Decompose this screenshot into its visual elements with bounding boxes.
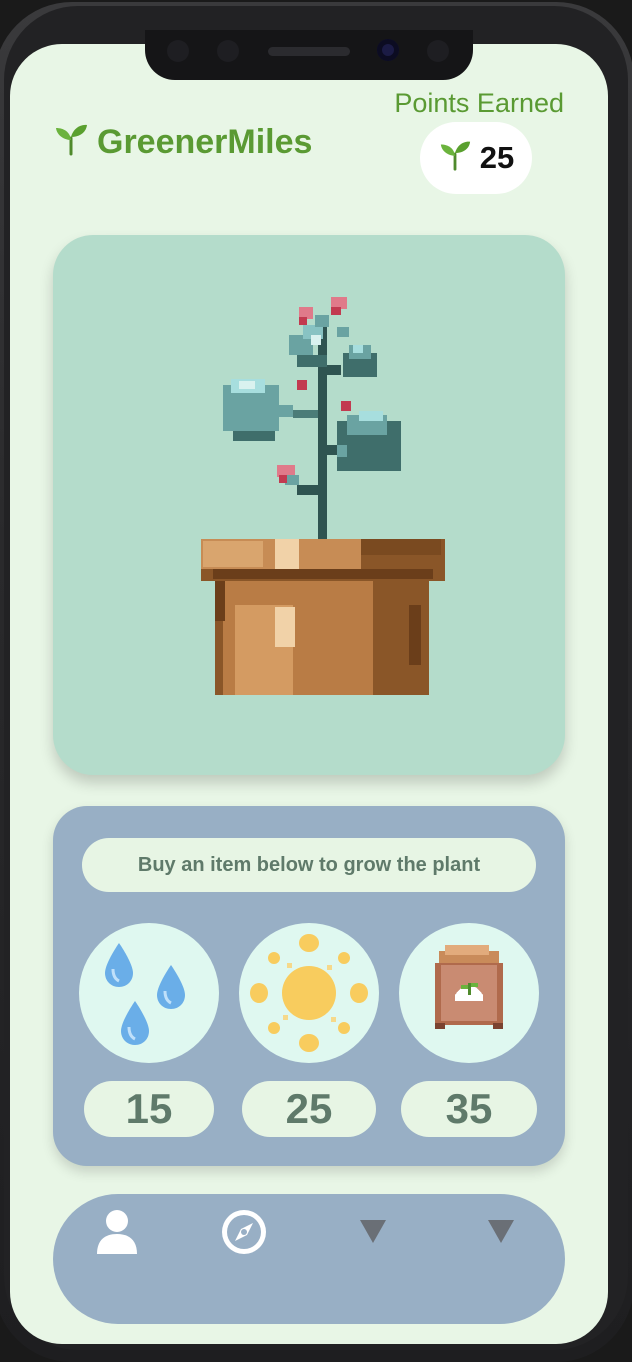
triangle-down-icon <box>360 1220 386 1243</box>
water-drops-icon <box>105 943 185 1045</box>
sunlight-price: 25 <box>242 1081 376 1137</box>
buy-sunlight-button[interactable] <box>239 923 379 1063</box>
water-price: 15 <box>84 1081 214 1137</box>
compass-icon <box>222 1210 266 1254</box>
points-label: Points Earned <box>394 88 564 118</box>
buy-water-button[interactable] <box>79 923 219 1063</box>
points-value: 25 <box>479 140 515 175</box>
front-camera <box>377 39 399 61</box>
fertilizer-price: 35 <box>401 1081 537 1137</box>
app-title: GreenerMiles <box>97 123 313 161</box>
tab-4[interactable] <box>487 1218 515 1244</box>
tab-3[interactable] <box>359 1218 387 1244</box>
shop-hint: Buy an item below to grow the plant <box>82 838 536 892</box>
bottom-tab-bar <box>53 1194 565 1324</box>
seedling-icon <box>53 120 89 165</box>
buy-fertilizer-button[interactable] <box>399 923 539 1063</box>
seedling-icon <box>438 137 472 179</box>
speaker-grille <box>268 47 350 56</box>
shop-panel: Buy an item below to grow the plant 15 2… <box>53 806 565 1166</box>
points-badge[interactable]: 25 <box>420 122 532 194</box>
plant-display-card <box>53 235 565 775</box>
phone-notch <box>145 30 473 80</box>
tab-explore[interactable] <box>220 1208 268 1256</box>
sensor-dot <box>217 40 239 62</box>
sensor-dot <box>427 40 449 62</box>
sun-icon <box>250 934 368 1052</box>
potted-plant-illustration <box>201 297 445 695</box>
triangle-down-icon <box>488 1220 514 1243</box>
sensor-dot <box>167 40 189 62</box>
person-icon <box>97 1210 137 1254</box>
app-screen: GreenerMiles Points Earned 25 Buy an ite… <box>10 44 608 1344</box>
fertilizer-bag-icon <box>435 945 503 1029</box>
tab-profile[interactable] <box>95 1208 139 1256</box>
app-logo: GreenerMiles <box>53 120 312 165</box>
